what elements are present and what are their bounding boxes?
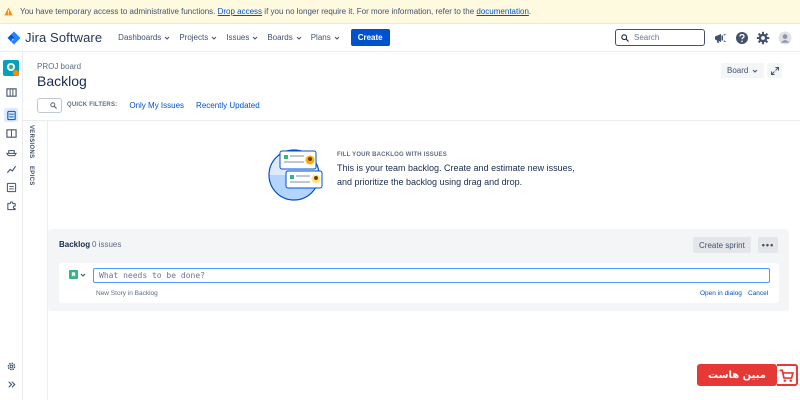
watermark-text: مبين هاست (697, 364, 777, 386)
filter-recently-updated[interactable]: Recently Updated (196, 101, 260, 110)
filter-only-my-issues[interactable]: Only My Issues (129, 101, 184, 110)
nav-dashboards[interactable]: Dashboards (118, 33, 170, 42)
issue-type-selector[interactable] (69, 270, 86, 279)
sidebar-backlog[interactable] (4, 108, 18, 122)
chevron-down-icon (80, 273, 86, 277)
empty-backlog-illustration (268, 149, 323, 201)
settings-gear-icon[interactable] (756, 31, 770, 45)
jira-logo-icon (7, 31, 21, 44)
filter-search-input[interactable] (37, 97, 62, 113)
project-avatar[interactable] (3, 60, 19, 76)
watermark-box (777, 364, 798, 386)
create-button[interactable]: Create (350, 29, 390, 46)
nav-projects-label: Projects (179, 33, 209, 42)
cart-icon (779, 369, 794, 382)
nav-issues-label: Issues (226, 33, 250, 42)
nav-projects[interactable]: Projects (179, 33, 217, 42)
board-icon (5, 128, 17, 138)
sidebar-project-settings[interactable] (4, 359, 18, 373)
sidebar-releases[interactable] (4, 144, 18, 158)
chevron-down-icon (211, 36, 217, 40)
page-title: Backlog (37, 73, 87, 89)
backlog-title: Backlog (59, 240, 91, 249)
nav-dashboards-label: Dashboards (118, 33, 162, 42)
jira-logo[interactable]: Jira Software (7, 30, 102, 45)
user-avatar-icon[interactable] (778, 31, 792, 45)
admin-warning-banner: You have temporary access to administrat… (0, 0, 800, 24)
sidebar-roadmap[interactable] (4, 85, 18, 99)
sidebar-active-sprints[interactable] (4, 126, 18, 140)
watermark-logo: مبين هاست (697, 364, 799, 386)
nav-boards[interactable]: Boards (267, 33, 302, 42)
create-sprint-button[interactable]: Create sprint (693, 237, 751, 253)
tab-epics[interactable]: EPICS (28, 166, 34, 186)
banner-text-middle: if you no longer require it. For more in… (264, 7, 475, 16)
board-button-label: Board (727, 66, 749, 75)
app-name: Jira Software (25, 30, 103, 45)
banner-text-before: You have temporary access to administrat… (20, 7, 216, 16)
banner-text-after: . (528, 7, 532, 16)
fullscreen-button[interactable] (767, 63, 782, 78)
chevron-down-icon (753, 69, 758, 73)
sidebar-issues[interactable] (4, 180, 18, 194)
inline-issue-composer: What needs to be done? New Story in Back… (59, 263, 779, 303)
breadcrumb[interactable]: PROJ board (37, 62, 81, 71)
issues-list-icon (6, 182, 16, 192)
quick-filters-label: QUICK FILTERS: (67, 102, 118, 108)
issue-summary-placeholder: What needs to be done? (99, 271, 205, 280)
help-icon[interactable] (735, 31, 749, 45)
nav-issues[interactable]: Issues (226, 33, 258, 42)
puzzle-icon (6, 200, 16, 210)
project-sidebar (0, 52, 23, 400)
megaphone-icon[interactable] (713, 31, 727, 45)
project-avatar-icon (3, 60, 19, 76)
search-placeholder: Search (634, 33, 660, 42)
empty-state-line-1: This is your team backlog. Create and es… (337, 163, 575, 173)
search-input[interactable]: Search (615, 29, 705, 46)
chevron-down-icon (164, 36, 170, 40)
divider (23, 120, 800, 121)
quick-filters: QUICK FILTERS: Only My Issues Recently U… (37, 97, 260, 113)
backlog-issue-count: 0 issues (92, 240, 122, 249)
sidebar-components[interactable] (4, 198, 18, 212)
bookmark-icon (71, 272, 76, 277)
chevron-down-icon (296, 36, 302, 40)
roadmap-icon (5, 87, 17, 97)
board-dropdown-button[interactable]: Board (721, 63, 765, 78)
backlog-icon (6, 110, 16, 120)
warning-icon (4, 7, 13, 16)
composer-hint: New Story in Backlog (96, 290, 158, 297)
documentation-link[interactable]: documentation (476, 7, 528, 16)
search-icon (50, 101, 57, 109)
issue-summary-input[interactable]: What needs to be done? (93, 268, 770, 283)
chevron-down-icon (252, 36, 258, 40)
empty-state-title: FILL YOUR BACKLOG WITH ISSUES (337, 152, 447, 158)
empty-state-line-2: and prioritize the backlog using drag an… (337, 177, 523, 187)
sidebar-expand[interactable] (4, 377, 18, 391)
nav-plans[interactable]: Plans (311, 33, 340, 42)
backlog-container: Backlog 0 issues Create sprint ••• What … (48, 229, 789, 311)
chevron-down-icon (334, 36, 340, 40)
settings-gear-icon (7, 362, 15, 370)
ship-icon (5, 149, 17, 156)
cancel-link[interactable]: Cancel (748, 290, 768, 297)
open-in-dialog-link[interactable]: Open in dialog (700, 290, 742, 297)
expand-icon (770, 66, 779, 75)
drop-access-link[interactable]: Drop access (218, 7, 262, 16)
tab-versions[interactable]: VERSIONS (28, 125, 34, 158)
nav-boards-label: Boards (267, 33, 293, 42)
reports-chart-icon (6, 165, 16, 173)
double-chevron-right-icon (7, 380, 15, 388)
sidebar-reports[interactable] (4, 162, 18, 176)
search-icon (621, 33, 629, 42)
nav-plans-label: Plans (310, 33, 331, 42)
story-icon (69, 270, 78, 279)
top-navigation: Jira Software Dashboards Projects Issues… (0, 24, 800, 52)
side-panel-tabs: VERSIONS EPICS (23, 120, 48, 400)
nav-menu: Dashboards Projects Issues Boards Plans … (118, 29, 390, 46)
more-actions-button[interactable]: ••• (758, 237, 778, 253)
